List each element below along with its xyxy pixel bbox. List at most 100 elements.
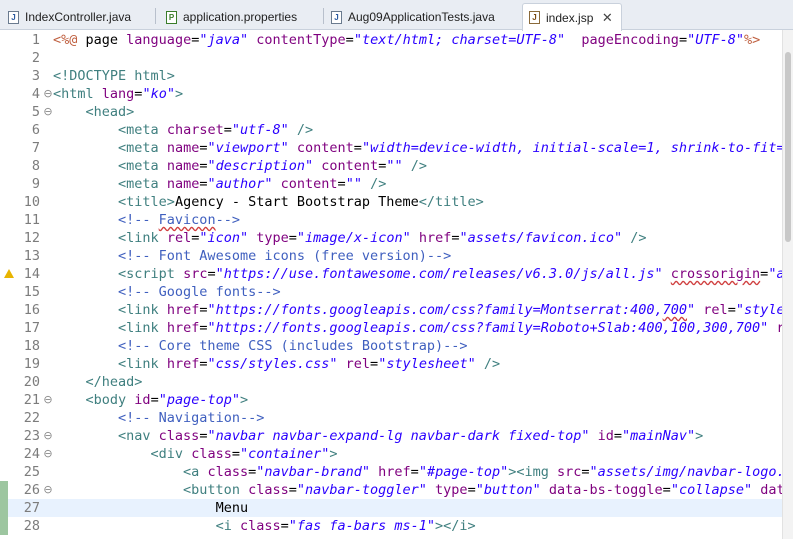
code-token: <!-- Font Awesome icons (free version)--… [118, 248, 452, 264]
code-token: <link [118, 302, 167, 318]
code-token: src [183, 266, 208, 282]
code-line[interactable]: 22 <!-- Navigation--> [0, 409, 782, 427]
code-token: "navbar navbar-expand-lg navbar-dark fix… [207, 428, 590, 444]
code-line[interactable]: 6 <meta charset="utf-8" /> [0, 121, 782, 139]
code-token: "assets/favicon.ico" [459, 230, 623, 246]
code-editor[interactable]: 1 <%@ page language="java" contentType="t… [0, 30, 782, 539]
code-text: <!DOCTYPE html> [53, 67, 175, 85]
code-line[interactable]: 18 <!-- Core theme CSS (includes Bootstr… [0, 337, 782, 355]
code-line[interactable]: 9 <meta name="author" content="" /> [0, 175, 782, 193]
code-token: name [166, 140, 200, 156]
code-token: re [776, 320, 782, 336]
tab-label: IndexController.java [25, 10, 132, 24]
code-token: <!-- Core theme CSS (includes Bootstrap)… [118, 338, 468, 354]
code-token: "css/styles.css" [207, 356, 338, 372]
code-line[interactable]: 1 <%@ page language="java" contentType="t… [0, 31, 782, 49]
tab-application-properties[interactable]: P application.properties [166, 4, 297, 30]
code-line[interactable]: 25 <a class="navbar-brand" href="#page-t… [0, 463, 782, 481]
code-token: "author" [207, 176, 273, 192]
code-token: = [467, 482, 476, 498]
change-marker [0, 517, 8, 535]
code-token: = [207, 266, 216, 282]
code-token: "viewport" [207, 140, 289, 156]
code-text: <i class="fas fa-bars ms-1"></i> [53, 517, 476, 535]
code-token: = [280, 518, 289, 534]
code-line[interactable]: 23 ⊖ <nav class = "navbar navbar-expand-lg … [0, 427, 782, 445]
code-line[interactable]: 28 <i class="fas fa-bars ms-1"></i> [0, 517, 782, 535]
code-line[interactable]: 13 <!-- Font Awesome icons (free version… [0, 247, 782, 265]
code-text: <!-- Core theme CSS (includes Bootstrap)… [53, 337, 468, 355]
code-line[interactable]: 27 Menu [0, 499, 782, 517]
code-token: "https://fonts.googleapis.com/css?family… [207, 302, 663, 318]
code-token: name [166, 158, 200, 174]
code-line[interactable]: 14 <script src="https://use.fontawesome.… [0, 265, 782, 283]
code-token: "fas fa-bars ms-1" [288, 518, 436, 534]
code-line[interactable]: 7 <meta name="viewport" content="width=d… [0, 139, 782, 157]
code-token: <html [53, 86, 102, 102]
code-line[interactable]: 2 [0, 49, 782, 67]
close-tab-icon[interactable]: ✕ [601, 10, 613, 26]
code-token: class [158, 428, 200, 444]
code-line[interactable]: 8 <meta name="description" content="" /> [0, 157, 782, 175]
tab-index-jsp[interactable]: J index.jsp ✕ [522, 3, 623, 31]
fold-toggle-icon[interactable]: ⊖ [43, 391, 53, 409]
code-line[interactable]: 19 <link href="css/styles.css" rel="styl… [0, 355, 782, 373]
properties-file-icon: P [166, 10, 177, 24]
code-line[interactable]: 11 <!-- Favicon--> [0, 211, 782, 229]
code-token: > [174, 86, 184, 102]
code-line[interactable]: 20 </head> [0, 373, 782, 391]
gutter-marker [0, 355, 8, 373]
line-number: 11 [23, 212, 40, 228]
fold-toggle-icon[interactable]: ⊖ [43, 103, 53, 121]
tab-label: index.jsp [546, 10, 594, 25]
code-line[interactable]: 15 <!-- Google fonts--> [0, 283, 782, 301]
code-text: </head> [53, 373, 143, 391]
fold-toggle-icon[interactable]: ⊖ [43, 85, 53, 103]
code-line[interactable]: 24 ⊖ <div class="container"> [0, 445, 782, 463]
code-token: <button [183, 482, 249, 498]
code-token: <!DOCTYPE html> [53, 68, 175, 84]
vertical-scrollbar[interactable] [782, 30, 793, 539]
line-number: 16 [23, 302, 40, 318]
fold-toggle-icon[interactable]: ⊖ [43, 445, 53, 463]
code-line[interactable]: 4 ⊖ <html lang="ko"> [0, 85, 782, 103]
code-line[interactable]: 5 ⊖ <head> [0, 103, 782, 121]
code-line[interactable]: 21 ⊖ <body id="page-top"> [0, 391, 782, 409]
tab-aug09-application-tests[interactable]: J Aug09ApplicationTests.java [331, 4, 495, 30]
code-token: <!-- [118, 212, 159, 228]
code-token: = [451, 230, 460, 246]
gutter-marker [0, 31, 8, 49]
code-token: "java" [199, 32, 249, 48]
code-line[interactable]: 3 <!DOCTYPE html> [0, 67, 782, 85]
code-text: <html lang="ko"> [53, 85, 183, 103]
scrollbar-thumb[interactable] [785, 52, 791, 242]
code-token: "button" [475, 482, 541, 498]
code-token: %> [744, 32, 761, 48]
code-line[interactable]: 17 <link href="https://fonts.googleapis.… [0, 319, 782, 337]
code-token: <head> [85, 104, 135, 120]
line-number: 5 [31, 104, 40, 120]
code-line[interactable]: 10 <title>Agency - Start Bootstrap Theme… [0, 193, 782, 211]
tab-index-controller[interactable]: J IndexController.java [8, 4, 131, 30]
code-token: > [239, 392, 249, 408]
code-token: = [150, 392, 159, 408]
code-token: <i [215, 518, 240, 534]
code-token: /> [361, 176, 387, 192]
code-token: "description" [207, 158, 314, 174]
code-text: <%@ page language="java" contentType="te… [53, 31, 760, 49]
fold-toggle-icon[interactable]: ⊖ [43, 427, 53, 445]
fold-toggle-icon[interactable]: ⊖ [43, 481, 53, 499]
code-line[interactable]: 26 ⊖ <button class="navbar-toggler" type=… [0, 481, 782, 499]
code-line[interactable]: 16 <link href = "https://fonts.googleapis.… [0, 301, 782, 319]
code-token: = [231, 446, 240, 462]
code-line[interactable]: 12 <link rel="icon" type="image/x-icon" … [0, 229, 782, 247]
tab-label: Aug09ApplicationTests.java [348, 10, 495, 24]
